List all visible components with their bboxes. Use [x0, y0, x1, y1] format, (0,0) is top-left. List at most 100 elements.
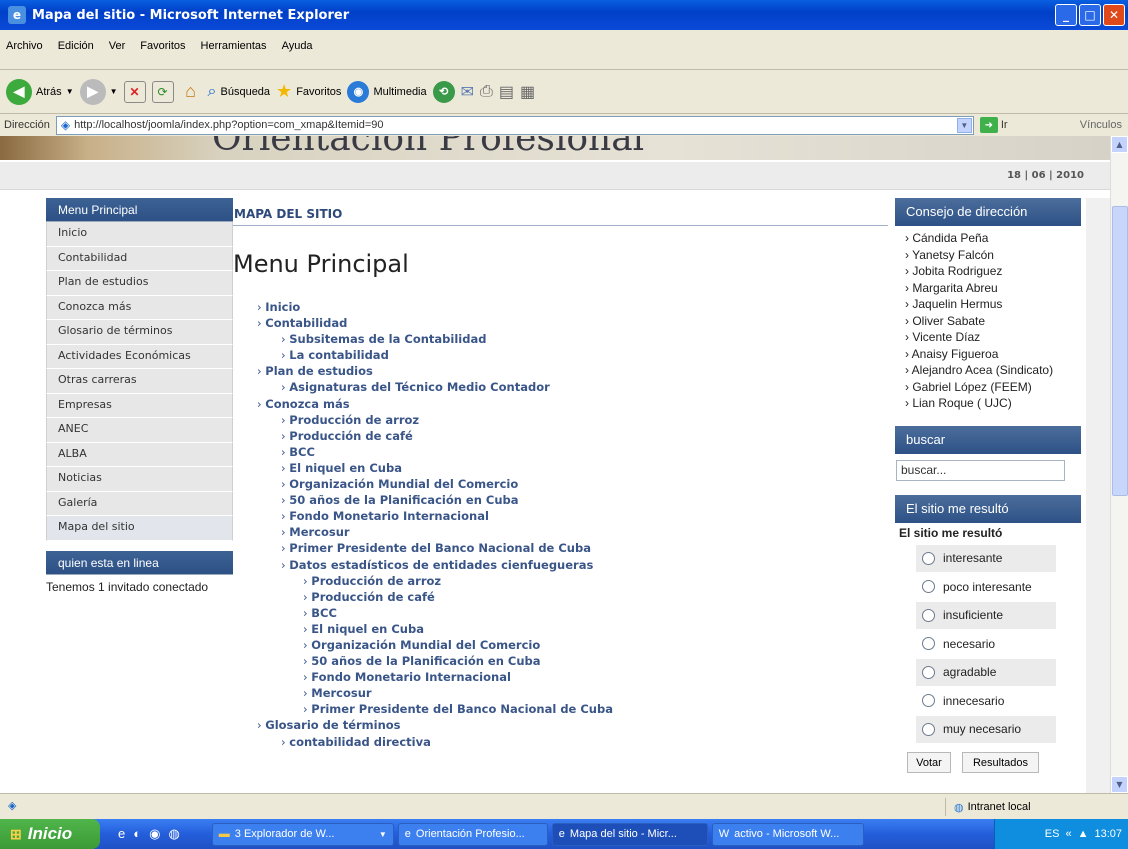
search-button[interactable]: ⌕ Búsqueda — [208, 83, 271, 101]
research-icon[interactable]: ▦ — [520, 82, 535, 102]
stop-icon[interactable]: ✕ — [123, 80, 146, 103]
sitemap-link[interactable]: › Fondo Monetario Internacional — [233, 509, 893, 525]
sitemap-link[interactable]: › Producción de arroz — [233, 574, 893, 590]
sitemap-link[interactable]: › El niquel en Cuba — [233, 622, 893, 638]
mail-icon[interactable]: ✉ — [461, 82, 474, 102]
poll-option[interactable]: interesante — [916, 544, 1056, 573]
vertical-scrollbar[interactable]: ▲ ▼ — [1110, 136, 1128, 793]
vote-button[interactable]: Votar — [907, 752, 951, 773]
language-indicator[interactable]: ES — [1045, 828, 1060, 840]
scroll-thumb[interactable] — [1112, 206, 1128, 496]
sitemap-link[interactable]: › 50 años de la Planificación en Cuba — [233, 654, 893, 670]
sitemap-link[interactable]: › Organización Mundial del Comercio — [233, 638, 893, 654]
history-icon[interactable]: ⟲ — [432, 80, 455, 103]
radio-button[interactable] — [922, 637, 935, 651]
minimize-button[interactable]: _ — [1055, 4, 1077, 26]
maximize-button[interactable]: □ — [1079, 4, 1101, 26]
ie-quicklaunch-icon[interactable]: e — [118, 826, 125, 842]
sitemap-link[interactable]: › contabilidad directiva — [233, 735, 893, 751]
refresh-icon[interactable]: ⟳ — [151, 80, 174, 103]
start-button[interactable]: ⊞ Inicio — [0, 819, 100, 849]
sitemap-link[interactable]: › Glosario de términos — [233, 718, 893, 734]
sitemap-link[interactable]: › Producción de arroz — [233, 413, 893, 429]
address-dropdown-icon[interactable]: ▼ — [956, 117, 972, 133]
taskbar-task[interactable]: e Orientación Profesio... — [397, 822, 548, 846]
sitemap-link[interactable]: › BCC — [233, 445, 893, 461]
poll-option[interactable]: insuficiente — [916, 601, 1056, 630]
radio-button[interactable] — [922, 580, 935, 594]
scroll-down-icon[interactable]: ▼ — [1111, 776, 1128, 793]
sitemap-link[interactable]: › BCC — [233, 606, 893, 622]
radio-button[interactable] — [922, 665, 935, 679]
sitemap-link[interactable]: › Subsitemas de la Contabilidad — [233, 332, 893, 348]
sitemap-link[interactable]: › El niquel en Cuba — [233, 461, 893, 477]
tray-arrow-icon[interactable]: « — [1065, 828, 1071, 840]
radio-button[interactable] — [922, 694, 935, 708]
left-menu-item[interactable]: Inicio — [46, 222, 233, 247]
menu-favoritos[interactable]: Favoritos — [140, 40, 185, 52]
left-menu-item-active[interactable]: Mapa del sitio — [46, 516, 233, 541]
left-menu-item[interactable]: Contabilidad — [46, 246, 233, 271]
sitemap-link[interactable]: › La contabilidad — [233, 348, 893, 364]
left-menu-item[interactable]: Conozca más — [46, 295, 233, 320]
taskbar-task[interactable]: W activo - Microsoft W... — [711, 822, 864, 846]
sitemap-link[interactable]: › Inicio — [233, 300, 893, 316]
close-button[interactable]: ✕ — [1103, 4, 1125, 26]
menu-edicion[interactable]: Edición — [58, 40, 94, 52]
sitemap-link[interactable]: › Mercosur — [233, 525, 893, 541]
media-quicklaunch-icon[interactable]: ◉ — [149, 826, 160, 842]
sitemap-link[interactable]: › Conozca más — [233, 397, 893, 413]
menu-ver[interactable]: Ver — [109, 40, 126, 52]
sitemap-link[interactable]: › Plan de estudios — [233, 364, 893, 380]
left-menu-item[interactable]: Otras carreras — [46, 369, 233, 394]
multimedia-button[interactable]: ◉ Multimedia — [347, 80, 427, 103]
left-menu-item[interactable]: Plan de estudios — [46, 271, 233, 296]
poll-option[interactable]: innecesario — [916, 687, 1056, 716]
radio-button[interactable] — [922, 722, 935, 736]
left-menu-item[interactable]: Glosario de términos — [46, 320, 233, 345]
favorites-button[interactable]: ★ Favoritos — [276, 81, 341, 102]
address-input[interactable]: ◈ http://localhost/joomla/index.php?opti… — [55, 115, 974, 135]
sitemap-link[interactable]: › Primer Presidente del Banco Nacional d… — [233, 541, 893, 557]
taskbar-task-active[interactable]: e Mapa del sitio - Micr... — [551, 822, 708, 846]
sitemap-link[interactable]: › Asignaturas del Técnico Medio Contador — [233, 380, 893, 396]
sitemap-link[interactable]: › Contabilidad — [233, 316, 893, 332]
sitemap-link[interactable]: › Primer Presidente del Banco Nacional d… — [233, 702, 893, 718]
network-icon[interactable]: ▲ — [1078, 828, 1089, 840]
firefox-quicklaunch-icon[interactable]: ◍ — [168, 826, 179, 842]
taskbar-task[interactable]: ▬ 3 Explorador de W... ▼ — [211, 822, 394, 846]
left-menu-item[interactable]: ALBA — [46, 442, 233, 467]
menu-ayuda[interactable]: Ayuda — [282, 40, 313, 52]
home-icon[interactable]: ⌂ — [180, 81, 202, 103]
sitemap-link[interactable]: › Producción de café — [233, 429, 893, 445]
left-menu-item[interactable]: Empresas — [46, 393, 233, 418]
radio-button[interactable] — [922, 608, 935, 622]
poll-option[interactable]: agradable — [916, 658, 1056, 687]
sitemap-link[interactable]: › Producción de café — [233, 590, 893, 606]
search-input[interactable] — [896, 459, 1065, 481]
menu-herramientas[interactable]: Herramientas — [201, 40, 267, 52]
app-quicklaunch-icon[interactable]: ◐ — [133, 826, 141, 842]
sitemap-link[interactable]: › Organización Mundial del Comercio — [233, 477, 893, 493]
print-icon[interactable]: ⎙ — [480, 83, 493, 101]
go-button[interactable]: ➜ Ir — [979, 117, 1008, 133]
sitemap-link[interactable]: › Mercosur — [233, 686, 893, 702]
forward-button[interactable]: ▶ ▼ — [79, 78, 118, 105]
menu-archivo[interactable]: Archivo — [6, 40, 43, 52]
links-button[interactable]: Vínculos — [1080, 119, 1122, 131]
scroll-up-icon[interactable]: ▲ — [1111, 136, 1128, 153]
poll-option[interactable]: necesario — [916, 630, 1056, 659]
back-button[interactable]: ◀ Atrás ▼ — [6, 78, 74, 105]
left-menu-item[interactable]: Galería — [46, 491, 233, 516]
left-menu-item[interactable]: Actividades Económicas — [46, 344, 233, 369]
sitemap-link[interactable]: › Fondo Monetario Internacional — [233, 670, 893, 686]
poll-option[interactable]: muy necesario — [916, 715, 1056, 744]
poll-option[interactable]: poco interesante — [916, 573, 1056, 602]
results-button[interactable]: Resultados — [962, 752, 1039, 773]
left-menu-item[interactable]: Noticias — [46, 467, 233, 492]
left-menu-item[interactable]: ANEC — [46, 418, 233, 443]
radio-button[interactable] — [922, 551, 935, 565]
sitemap-link[interactable]: › 50 años de la Planificación en Cuba — [233, 493, 893, 509]
edit-icon[interactable]: ▤ — [499, 82, 514, 102]
sitemap-link[interactable]: › Datos estadísticos de entidades cienfu… — [233, 558, 893, 574]
